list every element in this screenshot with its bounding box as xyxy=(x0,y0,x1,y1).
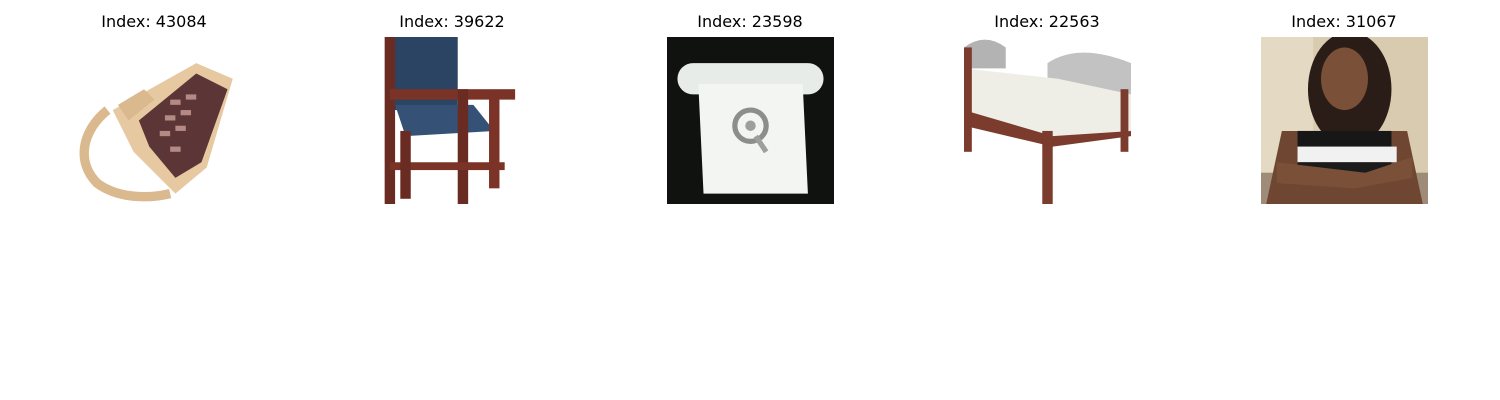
panel-title: Index: 23598 xyxy=(697,12,803,31)
bed-image xyxy=(964,37,1131,204)
telephone-image xyxy=(667,37,834,204)
person-image xyxy=(1261,37,1428,204)
telephone-image xyxy=(71,37,238,204)
panel-title: Index: 22563 xyxy=(994,12,1100,31)
panel-3: Index: 23598 xyxy=(630,0,870,210)
panel-title: Index: 43084 xyxy=(101,12,207,31)
panel-4: Index: 22563 xyxy=(927,0,1167,210)
panel-title: Index: 39622 xyxy=(399,12,505,31)
panel-1: Index: 43084 xyxy=(34,0,274,210)
panel-2: Index: 39622 xyxy=(332,0,572,210)
panel-title: Index: 31067 xyxy=(1291,12,1397,31)
chair-image xyxy=(369,37,536,204)
panel-5: Index: 31067 xyxy=(1224,0,1464,210)
